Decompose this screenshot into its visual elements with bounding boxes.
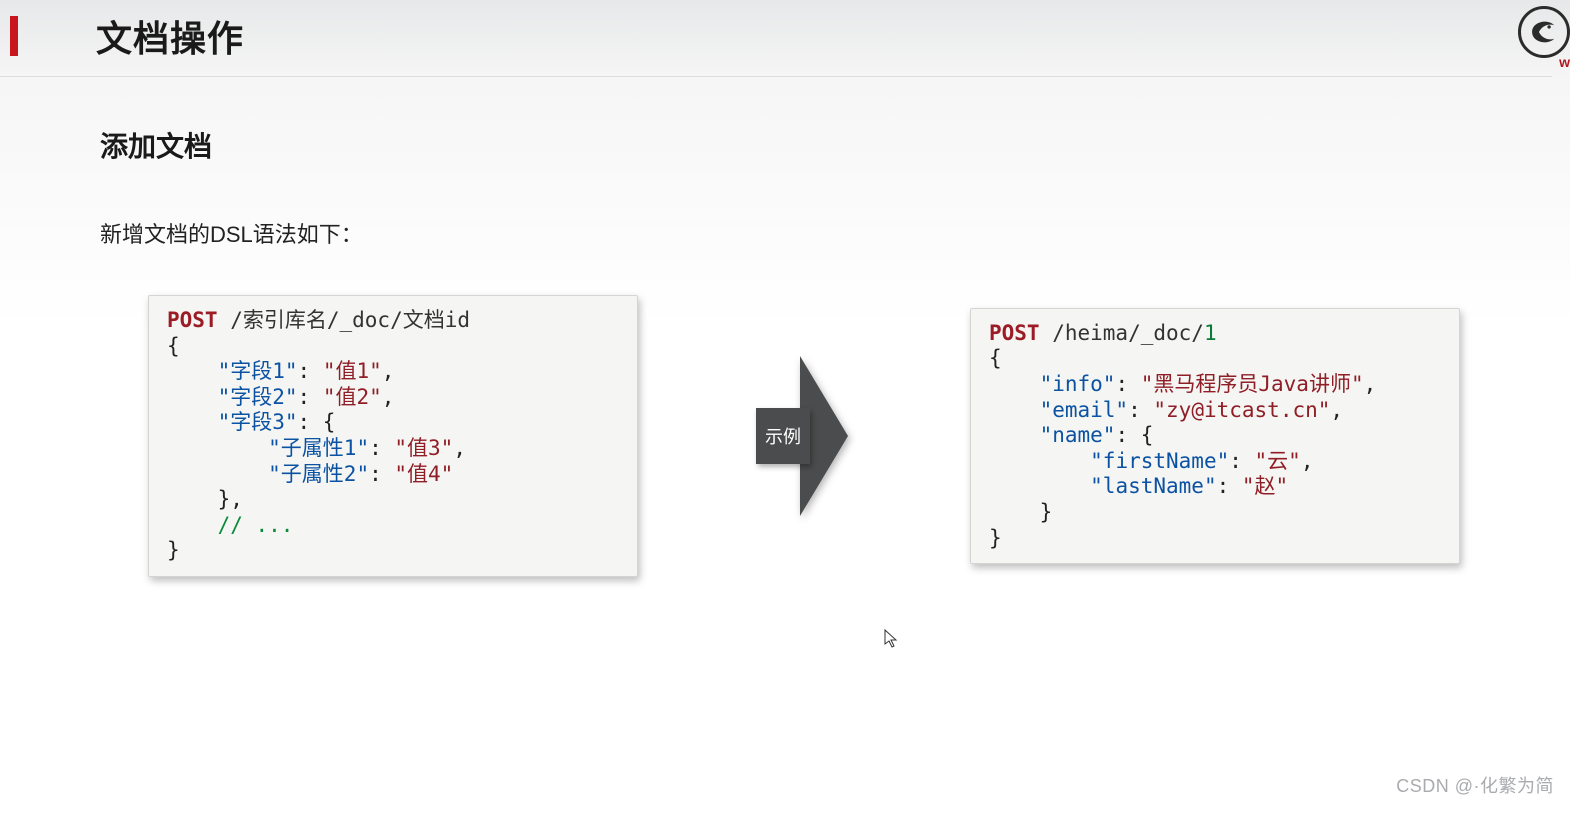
page-title: 文档操作 [96, 10, 244, 62]
http-path: /heima/_doc/ [1040, 321, 1204, 345]
code-block-example: POST /heima/_doc/1 { "info": "黑马程序员Java讲… [970, 308, 1460, 564]
http-path: /索引库名/_doc/文档id [218, 308, 470, 332]
cursor-icon [884, 629, 900, 649]
brand-logo-icon [1518, 6, 1570, 58]
accent-bar [10, 16, 18, 56]
intro-text: 新增文档的DSL语法如下： [100, 217, 1470, 249]
code-row: POST /索引库名/_doc/文档id { "字段1": "值1", "字段2… [100, 295, 1470, 577]
code-block-template: POST /索引库名/_doc/文档id { "字段1": "值1", "字段2… [148, 295, 638, 577]
arrow-icon: 示例 [756, 356, 850, 516]
slide-content: 添加文档 新增文档的DSL语法如下： POST /索引库名/_doc/文档id … [0, 77, 1570, 577]
slide-header: 文档操作 w [0, 0, 1552, 77]
http-method: POST [167, 308, 218, 332]
http-method: POST [989, 321, 1040, 345]
watermark: CSDN @·化繁为简 [1396, 772, 1554, 798]
doc-id: 1 [1204, 321, 1217, 345]
arrow-label: 示例 [765, 423, 801, 449]
section-title: 添加文档 [100, 125, 1470, 165]
brand-sub: w [1559, 54, 1570, 70]
